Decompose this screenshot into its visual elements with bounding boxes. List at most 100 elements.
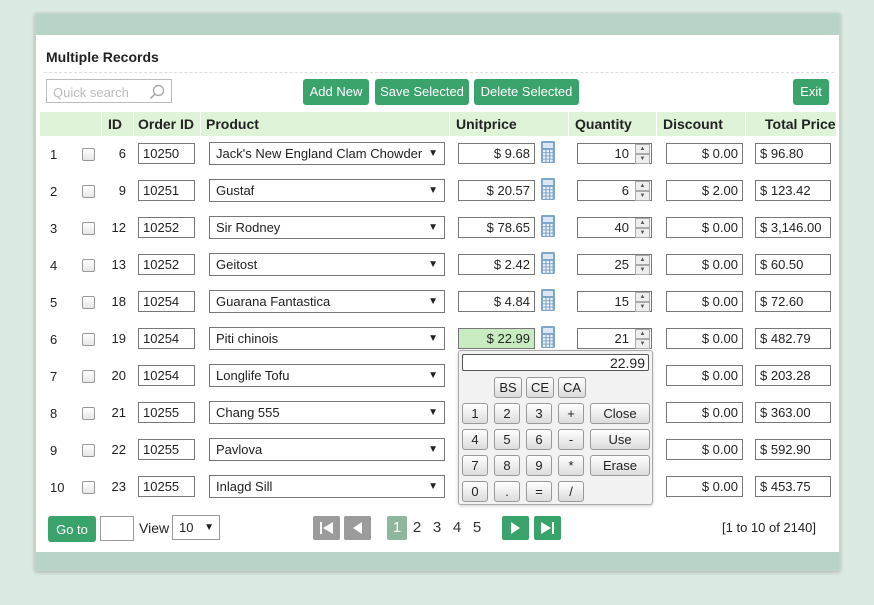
product-select[interactable]: Pavlova ▼ — [209, 438, 445, 461]
total-price-field[interactable]: $ 96.80 — [755, 143, 831, 164]
row-select-checkbox[interactable] — [82, 148, 95, 161]
discount-field[interactable]: $ 2.00 — [666, 180, 743, 201]
page-number-link[interactable]: 2 — [407, 516, 427, 540]
product-select[interactable]: Chang 555 ▼ — [209, 401, 445, 424]
chevron-down-icon[interactable]: ▼ — [635, 339, 650, 349]
quantity-stepper[interactable]: ▲ ▼ — [635, 329, 650, 349]
go-to-page-input[interactable] — [100, 516, 134, 541]
calculator-icon[interactable] — [541, 215, 555, 237]
col-discount[interactable]: Discount — [663, 112, 723, 136]
order-id-field[interactable]: 10250 — [138, 143, 195, 164]
quantity-stepper[interactable]: ▲ ▼ — [635, 181, 650, 201]
table-row[interactable]: 10 23 10255 Inlagd Sill ▼ $ 0.00 $ 453.75 — [36, 469, 839, 506]
chevron-up-icon[interactable]: ▲ — [635, 144, 650, 154]
total-price-field[interactable]: $ 482.79 — [755, 328, 831, 349]
col-unitprice[interactable]: Unitprice — [456, 112, 517, 136]
calculator-icon[interactable] — [541, 289, 555, 311]
page-number-link[interactable]: 3 — [427, 516, 447, 540]
discount-field[interactable]: $ 0.00 — [666, 476, 743, 497]
calculator-popup[interactable]: 22.99 BS CE CA 1 2 3 + Close 4 5 6 - Use… — [458, 350, 653, 505]
table-row[interactable]: 9 22 10255 Pavlova ▼ $ 0.00 $ 592.90 — [36, 432, 839, 469]
last-page-button[interactable] — [534, 516, 561, 540]
unitprice-field[interactable]: $ 78.65 — [458, 217, 535, 238]
quantity-stepper[interactable]: ▲ ▼ — [635, 218, 650, 238]
row-select-checkbox[interactable] — [82, 333, 95, 346]
total-price-field[interactable]: $ 72.60 — [755, 291, 831, 312]
order-id-field[interactable]: 10254 — [138, 365, 195, 386]
chevron-up-icon[interactable]: ▲ — [635, 255, 650, 265]
calc-key-2[interactable]: 2 — [494, 403, 520, 424]
table-row[interactable]: 5 18 10254 Guarana Fantastica ▼ $ 4.84 15 ▲ ▼ $ 0… — [36, 284, 839, 321]
discount-field[interactable]: $ 0.00 — [666, 365, 743, 386]
row-select-checkbox[interactable] — [82, 222, 95, 235]
exit-button[interactable]: Exit — [793, 79, 829, 105]
discount-field[interactable]: $ 0.00 — [666, 254, 743, 275]
calc-key-equals[interactable]: = — [526, 481, 552, 502]
discount-field[interactable]: $ 0.00 — [666, 402, 743, 423]
calc-key-divide[interactable]: / — [558, 481, 584, 502]
calc-use-button[interactable]: Use — [590, 429, 650, 450]
chevron-down-icon[interactable]: ▼ — [635, 154, 650, 164]
product-select[interactable]: Geitost ▼ — [209, 253, 445, 276]
calc-key-9[interactable]: 9 — [526, 455, 552, 476]
calculator-icon[interactable] — [541, 252, 555, 274]
quick-search[interactable] — [46, 79, 172, 103]
quantity-stepper[interactable]: ▲ ▼ — [635, 144, 650, 164]
product-select[interactable]: Piti chinois ▼ — [209, 327, 445, 350]
order-id-field[interactable]: 10254 — [138, 291, 195, 312]
order-id-field[interactable]: 10255 — [138, 439, 195, 460]
quantity-stepper[interactable]: ▲ ▼ — [635, 292, 650, 312]
chevron-down-icon[interactable]: ▼ — [635, 265, 650, 275]
order-id-field[interactable]: 10251 — [138, 180, 195, 201]
calc-key-4[interactable]: 4 — [462, 429, 488, 450]
page-size-select[interactable]: 10 ▼ — [172, 515, 220, 540]
discount-field[interactable]: $ 0.00 — [666, 439, 743, 460]
total-price-field[interactable]: $ 592.90 — [755, 439, 831, 460]
chevron-up-icon[interactable]: ▲ — [635, 218, 650, 228]
calc-key-bs[interactable]: BS — [494, 377, 522, 398]
order-id-field[interactable]: 10252 — [138, 217, 195, 238]
total-price-field[interactable]: $ 453.75 — [755, 476, 831, 497]
calc-key-multiply[interactable]: * — [558, 455, 584, 476]
prev-page-button[interactable] — [344, 516, 371, 540]
table-row[interactable]: 1 6 10250 Jack's New England Clam Chowder ▼ $… — [36, 136, 839, 173]
calc-close-button[interactable]: Close — [590, 403, 650, 424]
page-number-link[interactable]: 4 — [447, 516, 467, 540]
calculator-icon[interactable] — [541, 326, 555, 348]
row-select-checkbox[interactable] — [82, 370, 95, 383]
table-row[interactable]: 6 19 10254 Piti chinois ▼ $ 22.99 21 ▲ ▼ $ 0.00 $ … — [36, 321, 839, 358]
search-icon[interactable] — [149, 84, 165, 100]
product-select[interactable]: Gustaf ▼ — [209, 179, 445, 202]
order-id-field[interactable]: 10252 — [138, 254, 195, 275]
chevron-up-icon[interactable]: ▲ — [635, 329, 650, 339]
table-row[interactable]: 2 9 10251 Gustaf ▼ $ 20.57 6 ▲ ▼ $ 2.00 $ 123.42 — [36, 173, 839, 210]
delete-selected-button[interactable]: Delete Selected — [474, 79, 579, 105]
unitprice-field[interactable]: $ 2.42 — [458, 254, 535, 275]
total-price-field[interactable]: $ 363.00 — [755, 402, 831, 423]
chevron-down-icon[interactable]: ▼ — [635, 302, 650, 312]
col-id[interactable]: ID — [108, 112, 122, 136]
order-id-field[interactable]: 10255 — [138, 402, 195, 423]
order-id-field[interactable]: 10255 — [138, 476, 195, 497]
calc-key-0[interactable]: 0 — [462, 481, 488, 502]
calc-key-dot[interactable]: . — [494, 481, 520, 502]
product-select[interactable]: Sir Rodney ▼ — [209, 216, 445, 239]
total-price-field[interactable]: $ 60.50 — [755, 254, 831, 275]
row-select-checkbox[interactable] — [82, 407, 95, 420]
product-select[interactable]: Inlagd Sill ▼ — [209, 475, 445, 498]
unitprice-field[interactable]: $ 20.57 — [458, 180, 535, 201]
quantity-stepper[interactable]: ▲ ▼ — [635, 255, 650, 275]
table-row[interactable]: 8 21 10255 Chang 555 ▼ $ 0.00 $ 363.00 — [36, 395, 839, 432]
calculator-icon[interactable] — [541, 178, 555, 200]
row-select-checkbox[interactable] — [82, 185, 95, 198]
page-number-link[interactable]: 5 — [467, 516, 487, 540]
row-select-checkbox[interactable] — [82, 259, 95, 272]
calculator-icon[interactable] — [541, 141, 555, 163]
calc-key-7[interactable]: 7 — [462, 455, 488, 476]
add-new-button[interactable]: Add New — [303, 79, 369, 105]
page-number-link[interactable]: 1 — [387, 516, 407, 540]
row-select-checkbox[interactable] — [82, 481, 95, 494]
col-order-id[interactable]: Order ID — [138, 112, 194, 136]
row-select-checkbox[interactable] — [82, 444, 95, 457]
chevron-down-icon[interactable]: ▼ — [635, 228, 650, 238]
